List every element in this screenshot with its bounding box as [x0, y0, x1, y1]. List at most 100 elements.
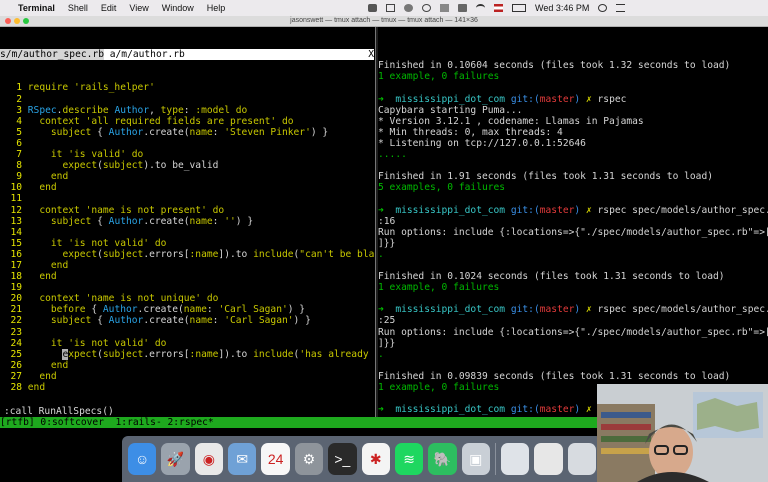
vim-code-token: RSpec: [27, 104, 57, 116]
vim-code-token: [28, 293, 40, 304]
shell-text: Run options: include {:locations=>{"./sp…: [378, 226, 768, 238]
vim-command-line[interactable]: :call RunAllSpecs(): [4, 406, 114, 417]
vim-code-token: context: [39, 204, 86, 216]
vim-line-number: 2: [16, 93, 22, 105]
vim-line: 11: [0, 193, 374, 204]
shell-line: Finished in 0.10604 seconds (files took …: [378, 60, 768, 71]
status-icon-4[interactable]: [422, 4, 431, 12]
shell-text: ): [574, 404, 586, 416]
vim-code-token: expect: [62, 160, 98, 172]
shell-line: :16: [378, 216, 768, 227]
battery-icon[interactable]: [512, 4, 526, 12]
vim-code-token: [28, 249, 63, 260]
spotify-icon[interactable]: ≋: [394, 443, 424, 475]
vim-code-token: xpect: [68, 348, 98, 360]
shell-line: 1 example, 0 failures: [378, 282, 768, 293]
list-icon[interactable]: [616, 4, 626, 12]
shell-text: master: [539, 404, 575, 416]
vim-code-token: ) }: [287, 304, 306, 316]
menu-help[interactable]: Help: [207, 3, 226, 13]
flag-icon[interactable]: [494, 4, 503, 12]
vim-code-token: subject: [50, 215, 98, 227]
preview-icon[interactable]: ✉: [228, 443, 257, 475]
shell-pane[interactable]: Finished in 0.10604 seconds (files took …: [378, 27, 768, 420]
vim-line-number: 5: [16, 126, 22, 138]
vim-line-number: 1: [16, 82, 22, 94]
shell-text: ): [574, 204, 586, 216]
vim-line-number: 8: [16, 160, 22, 172]
status-area: Wed 3:46 PM: [368, 3, 768, 13]
status-icon-6[interactable]: [458, 4, 467, 12]
wifi-icon[interactable]: [476, 4, 485, 12]
shell-text: ): [574, 304, 586, 316]
shell-text: 1 example, 0 failures: [378, 382, 500, 393]
shell-text: ➜: [378, 404, 396, 416]
vim-tab-close[interactable]: X: [368, 49, 374, 61]
menu-window[interactable]: Window: [162, 3, 194, 13]
vim-code-token: [28, 238, 51, 249]
image-capture-icon[interactable]: ▣: [461, 443, 490, 475]
menu-app-name[interactable]: Terminal: [18, 3, 55, 13]
calendar-icon[interactable]: 24: [261, 443, 290, 475]
vim-tab-author-spec[interactable]: s/m/author_spec.rb: [0, 49, 104, 61]
menu-edit[interactable]: Edit: [101, 3, 117, 13]
terminal-icon[interactable]: >_: [328, 443, 357, 475]
vim-tab-author[interactable]: a/m/author.rb: [103, 49, 191, 61]
shell-line: Finished in 1.91 seconds (files took 1.3…: [378, 171, 768, 182]
vim-line: 10 end: [0, 182, 374, 193]
chrome-icon[interactable]: ◉: [194, 443, 224, 475]
window-preview-3-icon[interactable]: [567, 443, 596, 475]
vim-code-token: 'is not valid': [68, 337, 155, 349]
vim-code-token: include: [253, 348, 294, 360]
vim-pane[interactable]: s/m/author_spec.rb a/m/author.rb X 1 req…: [0, 27, 374, 420]
vim-code-token: type: [160, 104, 184, 116]
window-titlebar: jasonswett — tmux attach — tmux — tmux a…: [0, 16, 768, 27]
finder-icon[interactable]: ☺: [128, 443, 157, 475]
vim-code-token: do: [154, 337, 167, 349]
vim-code-token: {: [97, 315, 109, 327]
vim-code-token: :name: [189, 348, 219, 360]
evernote-icon[interactable]: 🐘: [428, 443, 457, 475]
terminal-content[interactable]: s/m/author_spec.rb a/m/author.rb X 1 req…: [0, 27, 768, 431]
vim-line-number: 15: [10, 237, 22, 249]
search-icon[interactable]: [598, 4, 608, 12]
shell-text: rspec spec/models/author_spec.rb: [597, 304, 768, 316]
shell-line: Run options: include {:locations=>{"./sp…: [378, 227, 768, 238]
vim-code-token: [28, 127, 51, 138]
vim-code-token: [28, 205, 40, 216]
vim-code-token: name: [189, 315, 213, 327]
menu-clock[interactable]: Wed 3:46 PM: [535, 3, 589, 13]
shell-text: master: [539, 93, 575, 105]
shell-line: Finished in 0.1024 seconds (files took 1…: [378, 271, 768, 282]
vim-code-token: ) }: [310, 126, 329, 138]
shell-line: Capybara starting Puma...: [378, 105, 768, 116]
vim-line: 25 expect(subject.errors[:name]).to incl…: [0, 348, 374, 360]
vim-code-token: subject: [102, 160, 144, 172]
vim-line-number: 12: [10, 204, 22, 216]
status-icon-5[interactable]: [440, 4, 449, 12]
system-preferences-icon[interactable]: ⚙: [294, 443, 324, 475]
menu-shell[interactable]: Shell: [68, 3, 88, 13]
vim-code-token: 'is valid': [68, 149, 132, 161]
vim-code-token: do: [206, 293, 219, 305]
vim-code-token: :: [212, 215, 225, 227]
shell-line: * Listening on tcp://127.0.0.1:52646: [378, 138, 768, 149]
shell-text: ]}}: [378, 237, 396, 249]
vim-line: 28 end: [0, 382, 374, 393]
status-icon-1[interactable]: [368, 4, 377, 12]
dock-separator: [494, 443, 496, 475]
status-icon-2[interactable]: [386, 4, 395, 12]
window-preview-1-icon[interactable]: [500, 443, 530, 475]
vim-code-token: end: [50, 359, 69, 371]
vim-line-number: 20: [10, 293, 22, 305]
vim-code-token: context: [39, 115, 86, 127]
menu-view[interactable]: View: [129, 3, 148, 13]
slack-icon[interactable]: ✱: [361, 443, 390, 475]
vim-code-token: .create(: [143, 315, 190, 327]
window-preview-2-icon[interactable]: [534, 443, 563, 475]
launchpad-icon[interactable]: 🚀: [161, 443, 190, 475]
shell-line: .: [378, 349, 768, 360]
status-icon-3[interactable]: [404, 4, 413, 12]
